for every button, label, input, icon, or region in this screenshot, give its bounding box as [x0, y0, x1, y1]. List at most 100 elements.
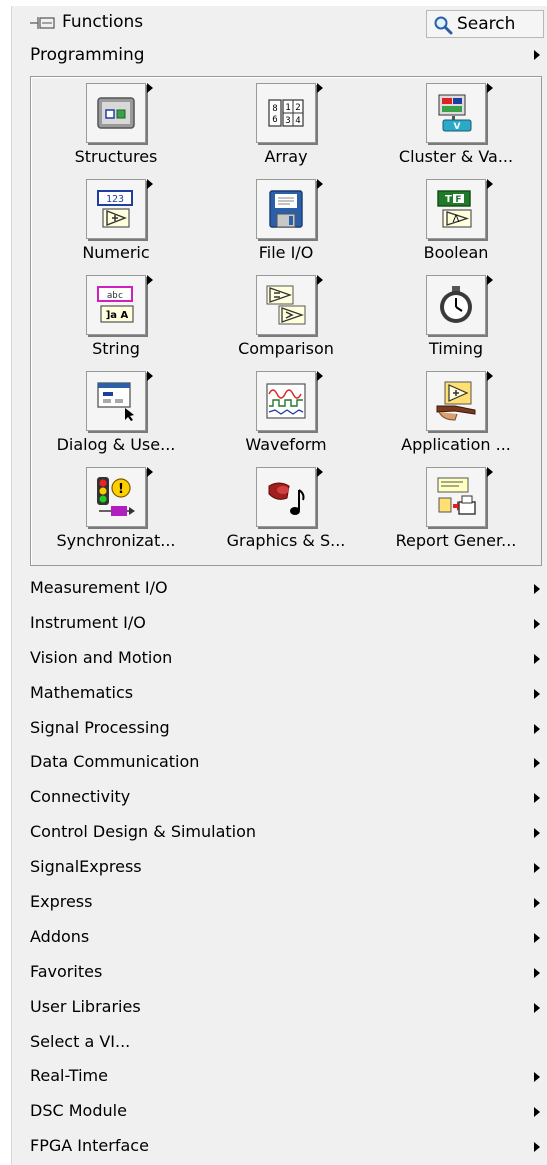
- menu-item-mathematics[interactable]: Mathematics: [12, 677, 547, 712]
- svg-text:3: 3: [285, 116, 290, 126]
- string-icon: abc ]a A: [86, 275, 146, 335]
- functions-palette: Functions Search Programming Structures …: [11, 6, 547, 1165]
- menu-item-real-time[interactable]: Real-Time: [12, 1060, 547, 1095]
- dialog-icon: [86, 371, 146, 431]
- submenu-arrow-icon: [487, 467, 493, 477]
- tile-label: Application ...: [401, 435, 511, 454]
- submenu-arrow-icon: [317, 371, 323, 381]
- menu-item-connectivity[interactable]: Connectivity: [12, 781, 547, 816]
- menu-item-dsc-module[interactable]: DSC Module: [12, 1095, 547, 1130]
- svg-text:1: 1: [285, 103, 290, 113]
- category-programming[interactable]: Programming: [12, 38, 547, 72]
- palette-title: Functions: [62, 12, 144, 32]
- tile-boolean[interactable]: T F Λ Boolean: [371, 173, 541, 269]
- menu-item-label: DSC Module: [30, 1101, 127, 1121]
- menu-item-label: Vision and Motion: [30, 647, 173, 667]
- menu-item-label: Real-Time: [30, 1066, 108, 1086]
- tile-label: Report Gener...: [395, 531, 517, 550]
- submenu-arrow-icon: [534, 618, 540, 629]
- tile-numeric[interactable]: 123 Numeric: [31, 173, 201, 269]
- submenu-arrow-icon: [147, 179, 153, 189]
- menu-item-label: SignalExpress: [30, 857, 142, 877]
- menu-item-label: Select a VI...: [30, 1031, 131, 1051]
- tile-dialog[interactable]: Dialog & Use...: [31, 365, 201, 461]
- svg-text:4: 4: [295, 116, 300, 126]
- submenu-arrow-icon: [147, 83, 153, 93]
- tile-array[interactable]: 8 6 1 2 3 4 Array: [201, 77, 371, 173]
- tile-file-io[interactable]: File I/O: [201, 173, 371, 269]
- tile-waveform[interactable]: Waveform: [201, 365, 371, 461]
- pin-icon[interactable]: [30, 15, 58, 31]
- svg-text:abc: abc: [107, 291, 123, 301]
- svg-text:T: T: [445, 194, 452, 205]
- tile-label: String: [92, 339, 140, 358]
- menu-item-addons[interactable]: Addons: [12, 921, 547, 956]
- menu-item-label: User Libraries: [30, 996, 141, 1016]
- submenu-arrow-icon: [534, 967, 540, 978]
- menu-item-express[interactable]: Express: [12, 886, 547, 921]
- search-button[interactable]: Search: [426, 10, 544, 38]
- tile-synchronization[interactable]: ! Synchronizat...: [31, 461, 201, 557]
- submenu-arrow-icon: [317, 275, 323, 285]
- menu-item-user-libraries[interactable]: User Libraries: [12, 991, 547, 1026]
- tile-label: Timing: [428, 339, 484, 358]
- submenu-arrow-icon: [534, 1142, 540, 1153]
- tile-application-control[interactable]: Application ...: [371, 365, 541, 461]
- array-icon: 8 6 1 2 3 4: [256, 83, 316, 143]
- svg-text:6: 6: [272, 115, 277, 125]
- menu-item-select-a-vi[interactable]: Select a VI...: [12, 1026, 547, 1061]
- submenu-arrow-icon: [317, 179, 323, 189]
- svg-text:F: F: [455, 195, 461, 205]
- menu-item-label: FPGA Interface: [30, 1136, 149, 1156]
- comparison-icon: [256, 275, 316, 335]
- menu-item-vision-and-motion[interactable]: Vision and Motion: [12, 642, 547, 677]
- submenu-arrow-icon: [534, 898, 540, 909]
- search-icon: [434, 16, 453, 35]
- tile-label: Numeric: [82, 243, 150, 262]
- submenu-arrow-icon: [487, 275, 493, 285]
- menu-item-label: Express: [30, 892, 93, 912]
- svg-text:123: 123: [106, 194, 124, 205]
- submenu-arrow-icon: [534, 1107, 540, 1118]
- submenu-arrow-icon: [534, 1072, 540, 1083]
- submenu-arrow-icon: [487, 83, 493, 93]
- menu-item-fpga-interface[interactable]: FPGA Interface: [12, 1130, 547, 1165]
- submenu-arrow-icon: [534, 653, 540, 664]
- svg-text:V: V: [454, 122, 461, 132]
- submenu-arrow-icon: [534, 50, 540, 60]
- programming-icon-grid: Structures 8 6 1 2 3 4 Array V Cluster &…: [30, 76, 542, 566]
- tile-timing[interactable]: Timing: [371, 269, 541, 365]
- menu-item-signalexpress[interactable]: SignalExpress: [12, 851, 547, 886]
- tile-cluster[interactable]: V Cluster & Va...: [371, 77, 541, 173]
- submenu-arrow-icon: [534, 723, 540, 734]
- menu-item-label: Addons: [30, 926, 90, 946]
- menu-item-label: Signal Processing: [30, 717, 170, 737]
- submenu-arrow-icon: [317, 83, 323, 93]
- tile-structures[interactable]: Structures: [31, 77, 201, 173]
- menu-item-measurement-io[interactable]: Measurement I/O: [12, 572, 547, 607]
- floppy-disk-icon: [256, 179, 316, 239]
- stopwatch-icon: [426, 275, 486, 335]
- graphics-sound-icon: [256, 467, 316, 527]
- tile-report-generation[interactable]: Report Gener...: [371, 461, 541, 557]
- menu-item-signal-processing[interactable]: Signal Processing: [12, 712, 547, 747]
- tile-label: Waveform: [245, 435, 327, 454]
- tile-label: File I/O: [258, 243, 314, 262]
- cluster-icon: V: [426, 83, 486, 143]
- submenu-arrow-icon: [487, 179, 493, 189]
- menu-item-control-design-simulation[interactable]: Control Design & Simulation: [12, 816, 547, 851]
- svg-text:!: !: [118, 482, 124, 497]
- traffic-light-icon: !: [86, 467, 146, 527]
- tile-comparison[interactable]: Comparison: [201, 269, 371, 365]
- menu-item-favorites[interactable]: Favorites: [12, 956, 547, 991]
- menu-item-instrument-io[interactable]: Instrument I/O: [12, 607, 547, 642]
- menu-item-data-communication[interactable]: Data Communication: [12, 746, 547, 781]
- submenu-arrow-icon: [534, 758, 540, 769]
- menu-item-label: Mathematics: [30, 682, 134, 702]
- submenu-arrow-icon: [534, 793, 540, 804]
- menu-item-label: Connectivity: [30, 787, 131, 807]
- tile-string[interactable]: abc ]a A String: [31, 269, 201, 365]
- tile-label: Graphics & S...: [226, 531, 346, 550]
- submenu-arrow-icon: [317, 467, 323, 477]
- tile-graphics-sound[interactable]: Graphics & S...: [201, 461, 371, 557]
